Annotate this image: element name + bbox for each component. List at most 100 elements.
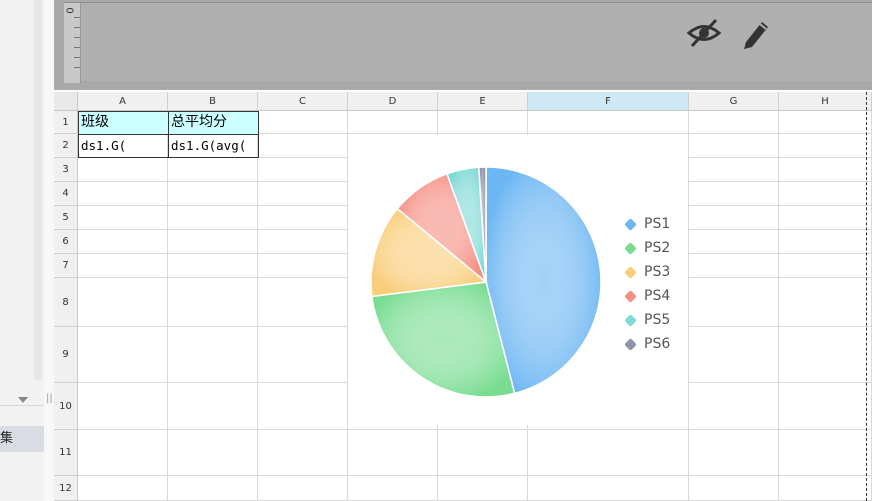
grid-cell[interactable]: [779, 206, 872, 230]
grid-cell[interactable]: [168, 230, 258, 254]
grid-cell[interactable]: [438, 111, 528, 134]
left-panel-scrollbar[interactable]: [34, 0, 42, 380]
grid-cell[interactable]: [438, 476, 528, 501]
grid-cell[interactable]: [168, 158, 258, 182]
grid-cell[interactable]: [689, 254, 779, 278]
row-header[interactable]: 10: [54, 383, 78, 430]
grid-cell[interactable]: [258, 383, 348, 430]
grid-cell[interactable]: [779, 111, 872, 134]
grid-cell[interactable]: [78, 206, 168, 230]
row-header[interactable]: 7: [54, 254, 78, 278]
grid-cell[interactable]: [168, 476, 258, 501]
grid-cell[interactable]: [689, 182, 779, 206]
row-header[interactable]: 5: [54, 206, 78, 230]
chevron-down-icon[interactable]: [18, 397, 28, 403]
grid-cell[interactable]: [78, 230, 168, 254]
column-header[interactable]: G: [689, 92, 779, 111]
cell-a1[interactable]: 班级: [78, 111, 169, 135]
row-header[interactable]: 6: [54, 230, 78, 254]
cell-a2[interactable]: ds1.G(: [78, 134, 169, 158]
column-header[interactable]: D: [348, 92, 438, 111]
grid-cell[interactable]: [168, 254, 258, 278]
grid-cell[interactable]: [689, 327, 779, 383]
vertical-ruler: 0: [64, 3, 81, 83]
grid-cell[interactable]: [258, 254, 348, 278]
grid-cell[interactable]: [689, 476, 779, 501]
grid-cell[interactable]: [168, 206, 258, 230]
grid-cell[interactable]: [258, 476, 348, 501]
grid-cell[interactable]: [528, 430, 689, 476]
grid-cell[interactable]: [689, 230, 779, 254]
grid-cell[interactable]: [168, 383, 258, 430]
grid-cell[interactable]: [348, 430, 438, 476]
grid-cell[interactable]: [168, 327, 258, 383]
grid-cell[interactable]: [78, 327, 168, 383]
grid-cell[interactable]: [258, 134, 348, 158]
column-header[interactable]: B: [168, 92, 258, 111]
grid-cell[interactable]: [528, 476, 689, 501]
grid-cell[interactable]: [168, 430, 258, 476]
panel-splitter[interactable]: ||: [44, 0, 54, 501]
grid-cell[interactable]: [348, 476, 438, 501]
grid-cell[interactable]: [78, 182, 168, 206]
grid-cell[interactable]: [779, 278, 872, 327]
grid-cell[interactable]: [689, 278, 779, 327]
grid-cell[interactable]: [689, 206, 779, 230]
cell-b2[interactable]: ds1.G(avg(: [168, 134, 259, 158]
grid-cell[interactable]: [689, 383, 779, 430]
row-header[interactable]: 2: [54, 134, 78, 158]
cell-b1[interactable]: 总平均分: [168, 111, 259, 135]
grid-cell[interactable]: [779, 476, 872, 501]
grid-cell[interactable]: [689, 111, 779, 134]
splitter-grip-icon[interactable]: ||: [46, 393, 53, 404]
column-header[interactable]: E: [438, 92, 528, 111]
row-header[interactable]: 3: [54, 158, 78, 182]
row-header[interactable]: 4: [54, 182, 78, 206]
grid-cell[interactable]: [168, 182, 258, 206]
grid-cell[interactable]: [78, 383, 168, 430]
row-header[interactable]: 1: [54, 111, 78, 134]
grid-cell[interactable]: [779, 158, 872, 182]
row-header[interactable]: 9: [54, 327, 78, 383]
grid-cell[interactable]: [258, 111, 348, 134]
grid-cell[interactable]: [78, 158, 168, 182]
grid-cell[interactable]: [779, 383, 872, 430]
grid-cell[interactable]: [689, 430, 779, 476]
grid-cell[interactable]: [78, 476, 168, 501]
grid-cell[interactable]: [168, 278, 258, 327]
grid-cell[interactable]: [779, 134, 872, 158]
grid-cell[interactable]: [779, 327, 872, 383]
grid-cell[interactable]: [258, 182, 348, 206]
column-header[interactable]: C: [258, 92, 348, 111]
grid-cell[interactable]: [258, 206, 348, 230]
grid-cell[interactable]: [779, 182, 872, 206]
grid-cell[interactable]: [689, 158, 779, 182]
column-header-selected[interactable]: F: [528, 92, 689, 111]
grid-cell[interactable]: [528, 111, 689, 134]
eye-slash-icon[interactable]: [686, 18, 722, 48]
row-header[interactable]: 8: [54, 278, 78, 327]
grid-cell[interactable]: [689, 134, 779, 158]
legend-label: PS2: [644, 240, 671, 256]
pencil-icon[interactable]: [740, 16, 770, 50]
grid-cell[interactable]: [438, 430, 528, 476]
grid-cell[interactable]: [779, 230, 872, 254]
panel-item[interactable]: 集: [0, 426, 44, 452]
grid-cell[interactable]: [348, 111, 438, 134]
grid-cell[interactable]: [258, 278, 348, 327]
pie-chart[interactable]: PS1 PS2 PS3 PS4 PS5 PS6: [348, 135, 688, 425]
row-header[interactable]: 12: [54, 476, 78, 501]
grid-cell[interactable]: [258, 158, 348, 182]
grid-cell[interactable]: [779, 254, 872, 278]
grid-cell[interactable]: [78, 278, 168, 327]
column-header[interactable]: A: [78, 92, 168, 111]
column-header[interactable]: H: [779, 92, 872, 111]
grid-cell[interactable]: [258, 430, 348, 476]
grid-cell[interactable]: [779, 430, 872, 476]
grid-cell[interactable]: [258, 327, 348, 383]
grid-cell[interactable]: [78, 254, 168, 278]
select-all-corner[interactable]: [54, 92, 78, 111]
grid-cell[interactable]: [78, 430, 168, 476]
grid-cell[interactable]: [258, 230, 348, 254]
row-header[interactable]: 11: [54, 430, 78, 476]
